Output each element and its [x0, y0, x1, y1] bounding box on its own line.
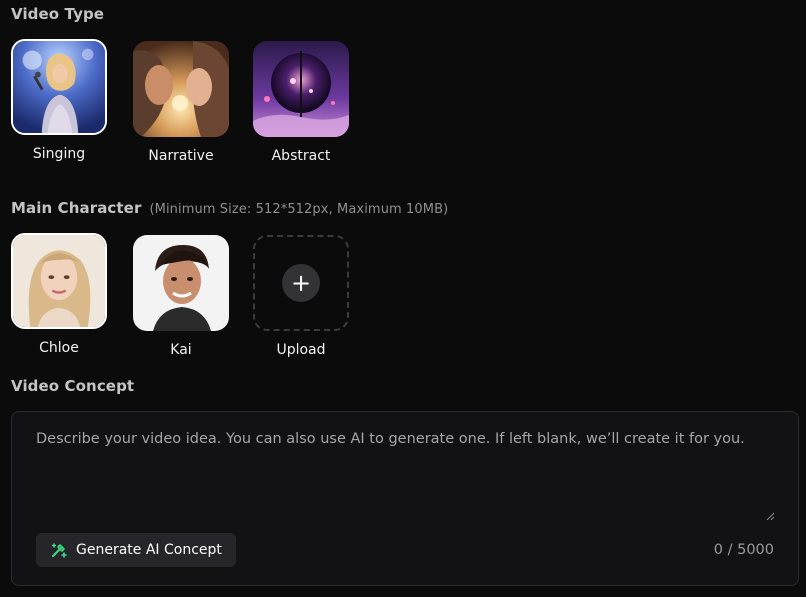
video-concept-input[interactable] [28, 424, 775, 524]
main-character-title: Main Character (Minimum Size: 512*512px, … [11, 199, 448, 217]
singing-thumbnail[interactable] [11, 39, 107, 135]
kai-avatar[interactable] [133, 235, 229, 331]
character-label-kai: Kai [170, 342, 192, 358]
video-type-title-text: Video Type [11, 5, 105, 23]
video-type-title: Video Type [11, 5, 104, 23]
abstract-thumbnail[interactable] [253, 41, 349, 137]
video-type-label-singing: Singing [32, 146, 86, 162]
video-concept-box: Generate AI Concept 0 / 5000 [11, 411, 799, 586]
character-label-chloe: Chloe [39, 340, 79, 356]
video-type-label-abstract: Abstract [271, 148, 331, 164]
character-option-chloe[interactable]: Chloe [11, 233, 107, 356]
magic-pen-sparkle-icon [51, 543, 67, 558]
main-character-title-text: Main Character [11, 199, 142, 217]
narrative-image [133, 41, 229, 137]
resize-grip-icon[interactable] [766, 512, 774, 520]
video-settings-panel: Video Type Singing Narrative Abstract Ma… [0, 0, 806, 597]
video-type-option-narrative[interactable]: Narrative [133, 41, 229, 164]
video-concept-title: Video Concept [11, 377, 134, 395]
character-upload[interactable]: + Upload [253, 235, 349, 358]
video-type-option-singing[interactable]: Singing [11, 39, 107, 162]
narrative-thumbnail[interactable] [133, 41, 229, 137]
singing-image [13, 41, 105, 133]
chloe-image [13, 235, 105, 327]
chloe-avatar[interactable] [11, 233, 107, 329]
video-type-option-abstract[interactable]: Abstract [253, 41, 349, 164]
upload-label: Upload [276, 342, 326, 358]
abstract-image [253, 41, 349, 137]
plus-icon: + [282, 264, 320, 302]
upload-dropzone[interactable]: + [253, 235, 349, 331]
character-counter: 0 / 5000 [713, 542, 774, 558]
generate-ai-concept-button[interactable]: Generate AI Concept [36, 533, 236, 567]
kai-image [133, 235, 229, 331]
character-option-kai[interactable]: Kai [133, 235, 229, 358]
main-character-size-hint: (Minimum Size: 512*512px, Maximum 10MB) [149, 202, 449, 217]
generate-ai-concept-label: Generate AI Concept [76, 542, 222, 558]
video-type-label-narrative: Narrative [148, 148, 214, 164]
video-concept-title-text: Video Concept [11, 377, 135, 395]
